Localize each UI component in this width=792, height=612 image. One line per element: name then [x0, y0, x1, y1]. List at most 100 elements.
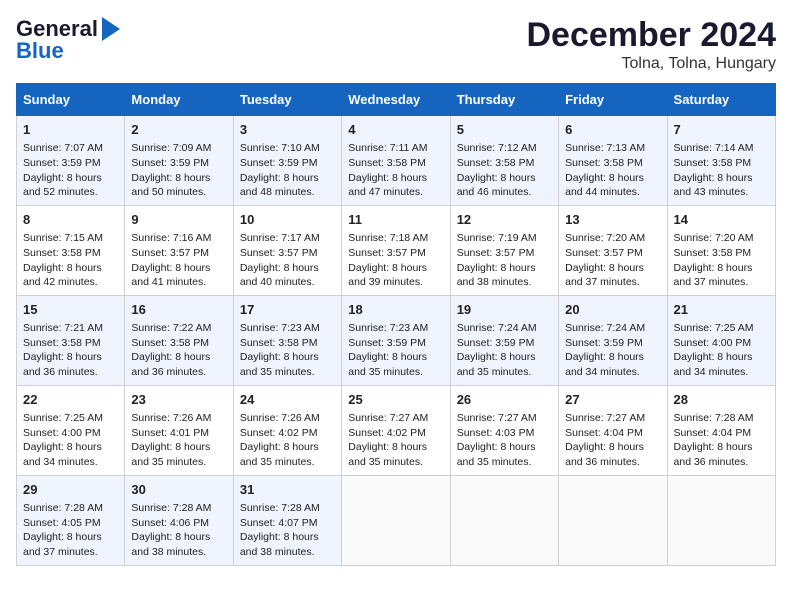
day-info-line: Daylight: 8 hours	[131, 350, 226, 365]
day-info-line: Sunset: 3:58 PM	[348, 156, 443, 171]
day-number: 24	[240, 391, 335, 409]
header-monday: Monday	[125, 84, 233, 116]
calendar-cell: 2Sunrise: 7:09 AMSunset: 3:59 PMDaylight…	[125, 116, 233, 206]
day-info-line: Sunset: 3:57 PM	[565, 246, 660, 261]
day-number: 9	[131, 211, 226, 229]
day-info-line: Daylight: 8 hours	[240, 171, 335, 186]
calendar-cell: 6Sunrise: 7:13 AMSunset: 3:58 PMDaylight…	[559, 116, 667, 206]
day-info-line: and 37 minutes.	[23, 545, 118, 560]
day-info-line: Sunrise: 7:25 AM	[23, 411, 118, 426]
day-info-line: Daylight: 8 hours	[674, 350, 769, 365]
day-info-line: and 35 minutes.	[240, 455, 335, 470]
calendar-cell: 26Sunrise: 7:27 AMSunset: 4:03 PMDayligh…	[450, 385, 558, 475]
day-info-line: Sunset: 3:58 PM	[674, 156, 769, 171]
day-info-line: Sunset: 3:59 PM	[565, 336, 660, 351]
day-info-line: Sunrise: 7:24 AM	[565, 321, 660, 336]
calendar-cell: 1Sunrise: 7:07 AMSunset: 3:59 PMDaylight…	[17, 116, 125, 206]
day-info-line: Daylight: 8 hours	[131, 440, 226, 455]
day-info-line: Sunrise: 7:28 AM	[674, 411, 769, 426]
day-info-line: Sunrise: 7:17 AM	[240, 231, 335, 246]
day-info-line: Daylight: 8 hours	[240, 350, 335, 365]
day-info-line: Sunset: 4:00 PM	[23, 426, 118, 441]
day-number: 19	[457, 301, 552, 319]
day-info-line: and 37 minutes.	[565, 275, 660, 290]
calendar-cell: 21Sunrise: 7:25 AMSunset: 4:00 PMDayligh…	[667, 295, 775, 385]
day-info-line: and 48 minutes.	[240, 185, 335, 200]
day-info-line: Daylight: 8 hours	[348, 261, 443, 276]
day-info-line: Daylight: 8 hours	[457, 440, 552, 455]
day-info-line: Daylight: 8 hours	[457, 350, 552, 365]
day-info-line: Sunset: 3:59 PM	[348, 336, 443, 351]
calendar-week-row: 15Sunrise: 7:21 AMSunset: 3:58 PMDayligh…	[17, 295, 776, 385]
day-info-line: Sunset: 3:58 PM	[131, 336, 226, 351]
day-number: 2	[131, 121, 226, 139]
calendar-cell: 20 Sunrise: 7:24 AMSunset: 3:59 PMDayligh…	[559, 295, 667, 385]
calendar-cell: 8Sunrise: 7:15 AMSunset: 3:58 PMDaylight…	[17, 205, 125, 295]
day-info-line: Sunrise: 7:26 AM	[240, 411, 335, 426]
day-info-line: and 41 minutes.	[131, 275, 226, 290]
day-number: 11	[348, 211, 443, 229]
day-info-line: Sunset: 4:04 PM	[674, 426, 769, 441]
day-info-line: and 36 minutes.	[23, 365, 118, 380]
day-info-line: and 39 minutes.	[348, 275, 443, 290]
day-info-line: Daylight: 8 hours	[240, 261, 335, 276]
day-info-line: and 46 minutes.	[457, 185, 552, 200]
calendar-week-row: 22Sunrise: 7:25 AMSunset: 4:00 PMDayligh…	[17, 385, 776, 475]
day-info-line: Sunrise: 7:15 AM	[23, 231, 118, 246]
day-info-line: Sunrise: 7:27 AM	[457, 411, 552, 426]
calendar-cell	[667, 475, 775, 565]
day-info-line: Sunset: 3:59 PM	[131, 156, 226, 171]
day-info-line: Sunset: 3:57 PM	[131, 246, 226, 261]
calendar-cell	[559, 475, 667, 565]
day-number: 28	[674, 391, 769, 409]
day-number: 31	[240, 481, 335, 499]
day-info-line: Sunrise: 7:19 AM	[457, 231, 552, 246]
header-sunday: Sunday	[17, 84, 125, 116]
day-info-line: Sunset: 4:01 PM	[131, 426, 226, 441]
header-saturday: Saturday	[667, 84, 775, 116]
day-info-line: and 37 minutes.	[674, 275, 769, 290]
calendar-cell: 28Sunrise: 7:28 AMSunset: 4:04 PMDayligh…	[667, 385, 775, 475]
day-info-line: Daylight: 8 hours	[348, 171, 443, 186]
calendar-cell: 19Sunrise: 7:24 AMSunset: 3:59 PMDayligh…	[450, 295, 558, 385]
day-info-line: Sunrise: 7:20 AM	[674, 231, 769, 246]
calendar-table: SundayMondayTuesdayWednesdayThursdayFrid…	[16, 83, 776, 566]
day-info-line: and 34 minutes.	[23, 455, 118, 470]
calendar-cell	[450, 475, 558, 565]
calendar-cell: 5Sunrise: 7:12 AMSunset: 3:58 PMDaylight…	[450, 116, 558, 206]
day-info-line: and 42 minutes.	[23, 275, 118, 290]
day-info-line: Sunrise: 7:22 AM	[131, 321, 226, 336]
day-number: 20	[565, 301, 660, 319]
calendar-week-row: 8Sunrise: 7:15 AMSunset: 3:58 PMDaylight…	[17, 205, 776, 295]
day-info-line: and 38 minutes.	[131, 545, 226, 560]
day-number: 5	[457, 121, 552, 139]
logo: General Blue	[16, 16, 120, 64]
calendar-cell: 31Sunrise: 7:28 AMSunset: 4:07 PMDayligh…	[233, 475, 341, 565]
day-info-line: Sunset: 4:03 PM	[457, 426, 552, 441]
calendar-cell: 7Sunrise: 7:14 AMSunset: 3:58 PMDaylight…	[667, 116, 775, 206]
header-tuesday: Tuesday	[233, 84, 341, 116]
day-info-line: and 38 minutes.	[457, 275, 552, 290]
day-info-line: Sunset: 3:57 PM	[348, 246, 443, 261]
day-info-line: and 35 minutes.	[240, 365, 335, 380]
day-info-line: Sunrise: 7:16 AM	[131, 231, 226, 246]
day-info-line: Daylight: 8 hours	[23, 530, 118, 545]
day-info-line: Sunset: 3:58 PM	[23, 336, 118, 351]
day-info-line: Sunrise: 7:28 AM	[131, 501, 226, 516]
day-info-line: Sunrise: 7:25 AM	[674, 321, 769, 336]
calendar-cell: 15Sunrise: 7:21 AMSunset: 3:58 PMDayligh…	[17, 295, 125, 385]
day-info-line: Sunrise: 7:27 AM	[565, 411, 660, 426]
day-info-line: Sunrise: 7:20 AM	[565, 231, 660, 246]
day-info-line: Sunset: 3:59 PM	[240, 156, 335, 171]
day-info-line: Sunrise: 7:10 AM	[240, 141, 335, 156]
day-info-line: Sunset: 4:07 PM	[240, 516, 335, 531]
day-number: 12	[457, 211, 552, 229]
day-info-line: Sunrise: 7:28 AM	[240, 501, 335, 516]
day-info-line: Sunset: 4:04 PM	[565, 426, 660, 441]
day-info-line: and 50 minutes.	[131, 185, 226, 200]
calendar-cell: 9Sunrise: 7:16 AMSunset: 3:57 PMDaylight…	[125, 205, 233, 295]
day-number: 4	[348, 121, 443, 139]
day-info-line: Daylight: 8 hours	[565, 350, 660, 365]
day-info-line: Daylight: 8 hours	[348, 350, 443, 365]
day-number: 25	[348, 391, 443, 409]
